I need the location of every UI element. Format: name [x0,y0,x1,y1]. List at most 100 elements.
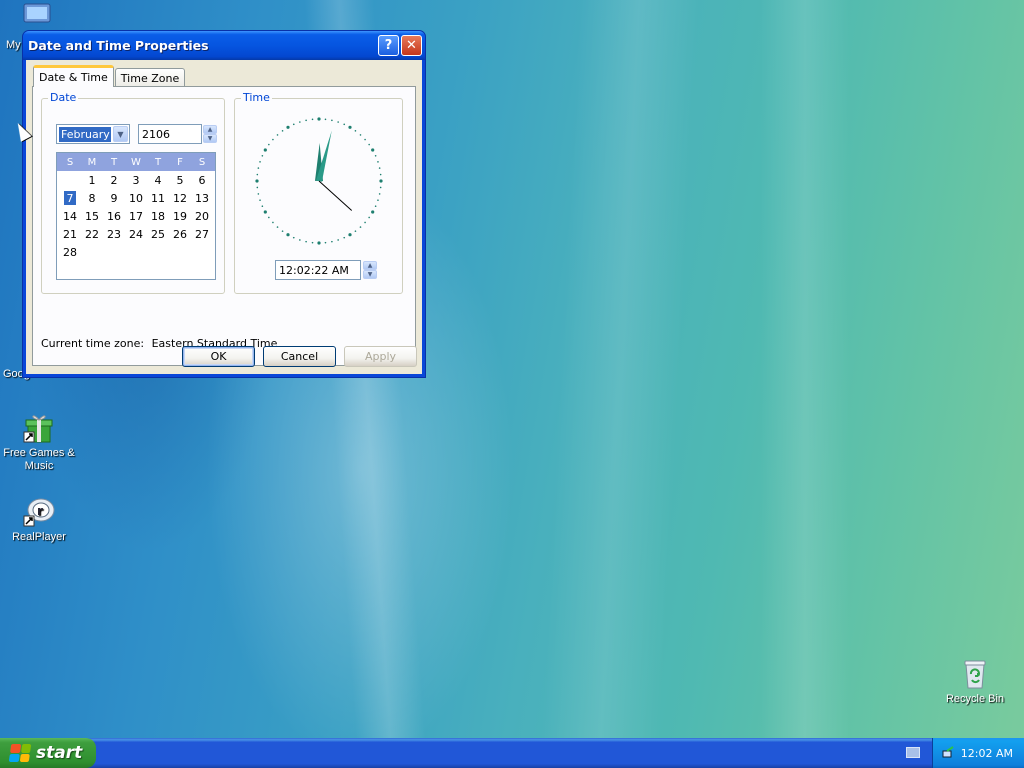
calendar-day[interactable]: 19 [169,207,191,225]
calendar-day[interactable]: 24 [125,225,147,243]
timezone-label: Current time zone: [41,337,145,350]
time-spinner[interactable]: ▲ ▼ [363,261,377,279]
dialog-client-area: Date & Time Time Zone Date February ▼ 21… [26,60,422,374]
clock-minute-mark [292,123,295,126]
calendar-day[interactable]: 9 [103,189,125,207]
clock-hour-mark [379,179,383,183]
clock-minute-mark [368,216,370,219]
calendar-day[interactable]: 8 [81,189,103,207]
calendar-day[interactable]: 25 [147,225,169,243]
keyboard-icon[interactable] [906,747,920,758]
clock-minute-mark [343,123,346,126]
month-dropdown[interactable]: February ▼ [56,124,130,144]
calendar-day[interactable]: 17 [125,207,147,225]
calendar-day[interactable]: 12 [169,189,191,207]
clock-minute-mark [354,130,357,132]
cancel-button[interactable]: Cancel [263,346,336,367]
calendar-day-grid[interactable]: 1 2 3 4 5 6 7 8 9 10 11 12 13 14 15 16 17 18 19 20 21 22 23 24 2… [57,171,215,261]
title-bar[interactable]: Date and Time Properties ? ✕ [23,31,425,60]
clock-minute-mark [311,241,314,244]
clock-minute-mark [364,138,366,141]
calendar-day[interactable]: 13 [191,189,213,207]
network-icon[interactable] [942,746,955,759]
calendar-day[interactable]: 20 [191,207,213,225]
clock-minute-mark [268,216,270,219]
tab-time-zone[interactable]: Time Zone [114,68,186,87]
tab-strip: Date & Time Time Zone [33,65,186,87]
calendar-day[interactable]: 7 [64,191,76,205]
spin-down-icon[interactable]: ▼ [363,270,377,279]
calendar-day[interactable]: 26 [169,225,191,243]
month-calendar[interactable]: SMTWTFS 1 2 3 4 5 6 7 8 9 10 11 12 13 14 15 16 17 18 19 20 2… [56,152,216,280]
clock-minute-mark [374,205,377,208]
calendar-day[interactable]: 21 [59,225,81,243]
desktop-icon-label: Free Games & Music [3,447,75,472]
clock-minute-mark [374,154,377,157]
clock-hour-mark [371,148,375,152]
clock-minute-mark [257,193,260,195]
clock-minute-mark [305,240,307,243]
month-value: February [59,126,111,142]
spin-up-icon[interactable]: ▲ [363,261,377,270]
clock-minute-mark [359,226,362,228]
spin-down-icon[interactable]: ▼ [203,134,217,143]
calendar-day[interactable]: 18 [147,207,169,225]
calendar-day[interactable]: 6 [191,171,213,189]
clock-minute-mark [281,230,284,232]
ok-button[interactable]: OK [182,346,255,367]
desktop-icon-free-games[interactable]: Free Games & Music [1,412,77,473]
clock-hour-mark [286,125,290,129]
spin-up-icon[interactable]: ▲ [203,125,217,134]
clock-minute-mark [256,186,259,189]
calendar-day[interactable]: 4 [147,171,169,189]
close-button[interactable]: ✕ [401,35,422,56]
clock-minute-mark [261,154,264,157]
date-time-panel: Date February ▼ 2106 ▲ ▼ SMTWTFS 1234567… [32,86,416,366]
calendar-day[interactable]: 14 [59,207,81,225]
calendar-day[interactable]: 23 [103,225,125,243]
my-computer-label: My [6,39,21,51]
calendar-day[interactable]: 5 [169,171,191,189]
date-group-label: Date [48,91,79,104]
realplayer-icon: r [23,496,55,528]
calendar-day[interactable]: 22 [81,225,103,243]
tray-clock[interactable]: 12:02 AM [961,747,1013,760]
clock-hour-mark [317,117,321,121]
calendar-day[interactable]: 16 [103,207,125,225]
date-group: Date February ▼ 2106 ▲ ▼ SMTWTFS 1234567… [41,91,225,294]
calendar-day[interactable]: 2 [103,171,125,189]
time-group-label: Time [241,91,272,104]
calendar-day[interactable]: 3 [125,171,147,189]
chevron-down-icon[interactable]: ▼ [113,126,128,142]
close-icon: ✕ [406,38,417,53]
calendar-day[interactable]: 1 [81,171,103,189]
gift-icon [23,412,55,444]
my-computer-icon[interactable] [22,2,54,28]
start-button[interactable]: start [0,738,96,768]
time-field[interactable]: 12:02:22 AM [275,260,361,280]
clock-minute-mark [272,138,274,141]
weekday-header: S [198,156,206,168]
calendar-day[interactable]: 15 [81,207,103,225]
windows-flag-icon [8,744,32,762]
wallpaper-streak [760,0,850,740]
clock-minute-mark [276,134,279,136]
help-button[interactable]: ? [378,35,399,56]
year-value: 2106 [142,127,170,141]
calendar-day[interactable]: 28 [59,243,81,261]
desktop-icon-recycle-bin[interactable]: Recycle Bin [937,658,1013,706]
year-field[interactable]: 2106 [138,124,202,144]
clock-hour-mark [286,233,290,237]
time-group: Time 12:02:22 AM ▲ ▼ [234,91,403,294]
clock-minute-mark [364,221,366,224]
tab-date-time[interactable]: Date & Time [33,65,114,87]
calendar-day[interactable]: 10 [125,189,147,207]
weekday-header: F [177,156,183,168]
year-spinner[interactable]: ▲ ▼ [203,125,217,143]
calendar-day[interactable]: 27 [191,225,213,243]
clock-minute-mark [378,167,381,169]
desktop-icon-realplayer[interactable]: r RealPlayer [1,496,77,544]
calendar-day[interactable]: 11 [147,189,169,207]
apply-button[interactable]: Apply [344,346,417,367]
system-tray: 12:02 AM [932,738,1024,768]
